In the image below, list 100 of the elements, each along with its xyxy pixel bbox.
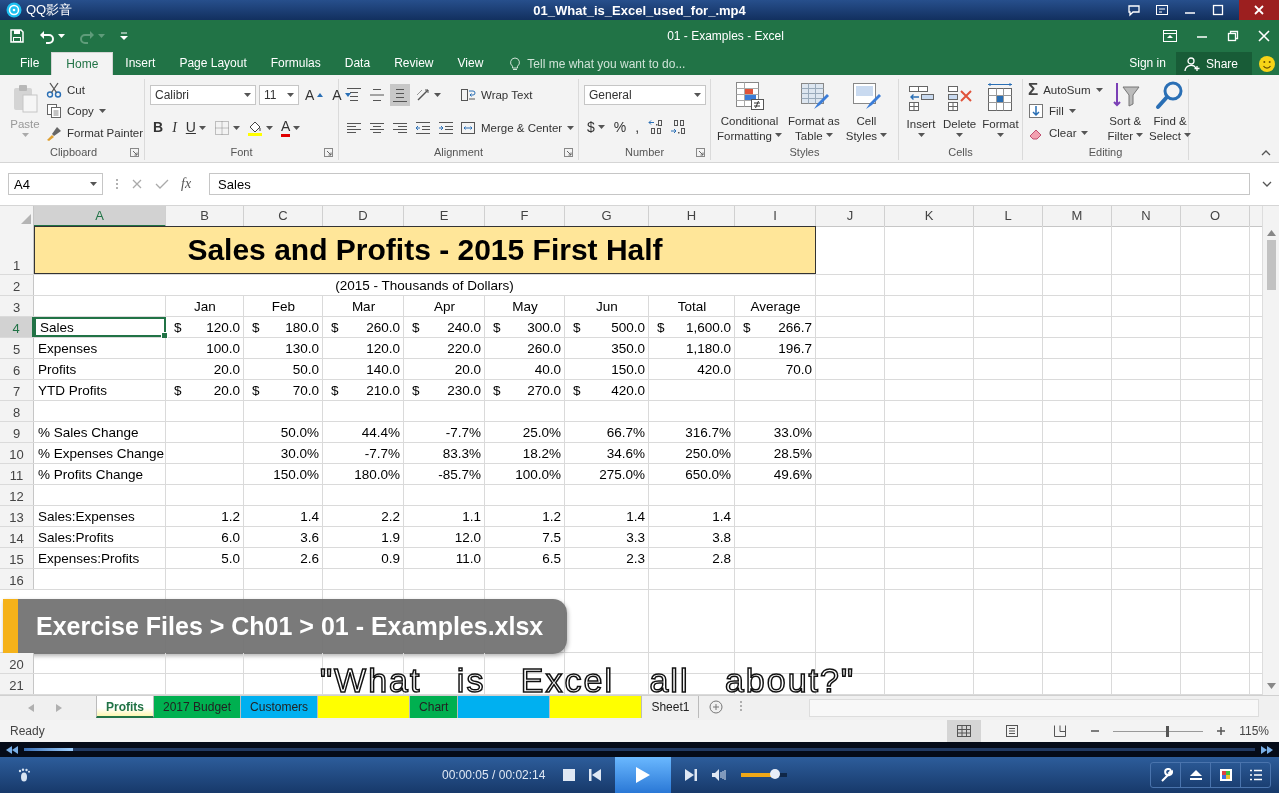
ribbon-tab[interactable]: Home xyxy=(51,52,114,75)
sheet-tab[interactable]: Profits xyxy=(96,696,154,718)
row-header[interactable]: 11 xyxy=(0,464,34,484)
ribbon-tab[interactable]: Formulas xyxy=(258,52,333,75)
ribbon-button[interactable]: Merge & Center xyxy=(460,117,575,138)
column-header[interactable]: B xyxy=(166,206,244,227)
ribbon-tab[interactable]: Data xyxy=(332,52,383,75)
name-box[interactable]: A4 xyxy=(8,173,103,195)
ribbon-button[interactable]: Format as Table xyxy=(786,79,841,144)
chat-icon[interactable] xyxy=(1127,3,1141,17)
sign-in-link[interactable]: Sign in xyxy=(1129,52,1176,75)
speaker-icon[interactable] xyxy=(711,768,728,782)
scrollbar-thumb[interactable] xyxy=(1266,240,1276,290)
close-icon[interactable] xyxy=(1257,29,1271,43)
ribbon-button[interactable]: Format xyxy=(981,81,1020,142)
scroll-up-icon[interactable] xyxy=(1266,230,1276,236)
row-header[interactable]: 20 xyxy=(0,653,34,673)
ribbon-button[interactable]: Wrap Text xyxy=(460,85,533,106)
ribbon-button[interactable]: Clear xyxy=(1028,123,1089,144)
ribbon-button[interactable]: $ xyxy=(584,116,608,139)
ribbon-button[interactable]: A xyxy=(277,116,304,139)
table-cell[interactable]: Sales xyxy=(34,317,166,337)
ribbon-tab[interactable]: View xyxy=(445,52,496,75)
row-header[interactable]: 9 xyxy=(0,422,34,442)
expand-icon[interactable] xyxy=(1262,181,1272,187)
ribbon-button[interactable]: A xyxy=(302,84,327,107)
ribbon-button[interactable]: Delete xyxy=(942,81,978,142)
ribbon-button[interactable]: Cell Styles xyxy=(844,79,889,144)
row-header[interactable]: 15 xyxy=(0,548,34,568)
scroll-down-icon[interactable] xyxy=(1266,683,1276,689)
ribbon-button[interactable]: I xyxy=(169,116,180,139)
rewind-icon[interactable] xyxy=(6,745,18,754)
view-button[interactable] xyxy=(947,720,981,742)
column-header[interactable]: O xyxy=(1181,206,1250,227)
ribbon-tab[interactable]: Insert xyxy=(113,52,168,75)
row-header[interactable]: 3 xyxy=(0,296,34,316)
insert-function-button[interactable]: fx xyxy=(181,176,198,192)
dropdown-field[interactable]: General xyxy=(584,84,706,105)
ribbon-button[interactable]: Format Painter xyxy=(46,123,144,144)
ribbon-button[interactable] xyxy=(390,84,410,107)
ribbon-tab[interactable]: Page Layout xyxy=(167,52,259,75)
row-header[interactable]: 14 xyxy=(0,527,34,547)
zoom-slider-thumb[interactable] xyxy=(1166,725,1169,737)
close-button[interactable] xyxy=(1239,0,1279,20)
row-header[interactable]: 2 xyxy=(0,275,34,295)
column-header[interactable]: M xyxy=(1043,206,1112,227)
play-button[interactable] xyxy=(615,757,672,793)
check-icon[interactable] xyxy=(155,178,169,190)
footprint-icon[interactable] xyxy=(18,768,30,782)
row-header[interactable]: 4 xyxy=(0,317,34,337)
previous-icon[interactable] xyxy=(589,769,602,781)
ribbon-button[interactable]: Copy xyxy=(46,101,106,122)
dialog-launcher-icon[interactable] xyxy=(324,148,333,157)
ribbon-button[interactable]: Insert xyxy=(904,81,938,142)
row-header[interactable]: 5 xyxy=(0,338,34,358)
ribbon-button[interactable]: B xyxy=(150,116,167,139)
zoom-in-icon[interactable] xyxy=(1217,727,1225,735)
dialog-launcher-icon[interactable] xyxy=(564,148,573,157)
column-header[interactable]: E xyxy=(404,206,485,227)
column-header[interactable]: H xyxy=(649,206,735,227)
dialog-launcher-icon[interactable] xyxy=(130,148,139,157)
ribbon-button[interactable]: Fill xyxy=(1028,101,1076,122)
share-button[interactable]: Share xyxy=(1175,52,1252,75)
ribbon-tab[interactable]: Review xyxy=(382,52,446,75)
zoom-out-icon[interactable] xyxy=(1091,727,1099,735)
add-sheet-icon[interactable] xyxy=(709,700,724,714)
stop-icon[interactable] xyxy=(563,769,576,781)
column-header[interactable]: N xyxy=(1112,206,1181,227)
sheet-tab[interactable]: Sheet1 xyxy=(642,696,700,718)
sheet-tab[interactable]: Customers xyxy=(241,696,319,718)
next-icon[interactable] xyxy=(685,769,698,781)
customize-icon[interactable] xyxy=(119,31,129,41)
row-header[interactable]: 8 xyxy=(0,401,34,421)
ribbon-button[interactable]: Sort & Filter xyxy=(1106,79,1145,144)
tell-me-field[interactable]: Tell me what you want to do... xyxy=(495,52,686,75)
sheet-tab[interactable]: 2017 Budget xyxy=(154,696,242,718)
dialog-launcher-icon[interactable] xyxy=(696,148,705,157)
ribbon-button[interactable]: U xyxy=(182,116,209,139)
row-header[interactable]: 13 xyxy=(0,506,34,526)
playlist-icon[interactable] xyxy=(1155,3,1169,17)
column-header[interactable]: C xyxy=(244,206,323,227)
formula-field[interactable]: Sales xyxy=(209,173,1250,195)
row-header[interactable]: 6 xyxy=(0,359,34,379)
row-header[interactable]: 10 xyxy=(0,443,34,463)
collapse-ribbon-icon[interactable] xyxy=(1261,150,1271,156)
ribbon-button[interactable]: Find & Select xyxy=(1148,79,1193,144)
column-header[interactable]: K xyxy=(885,206,974,227)
column-header[interactable]: L xyxy=(974,206,1043,227)
ribbon-button[interactable]: Conditional Formatting xyxy=(716,79,783,144)
dropdown-field[interactable]: 11 xyxy=(259,85,299,106)
ribbon-button[interactable]: , xyxy=(632,116,643,139)
ribbon-button[interactable]: Cut xyxy=(46,79,85,100)
column-header[interactable]: G xyxy=(565,206,649,227)
save-icon[interactable] xyxy=(9,28,25,44)
column-header[interactable]: A xyxy=(34,206,166,227)
row-header[interactable]: 12 xyxy=(0,485,34,505)
ribbon-tab[interactable]: File xyxy=(8,52,52,75)
smiley-icon[interactable] xyxy=(1258,55,1276,73)
progress-track[interactable] xyxy=(24,748,1255,751)
ribbon-button[interactable]: % xyxy=(610,116,630,139)
